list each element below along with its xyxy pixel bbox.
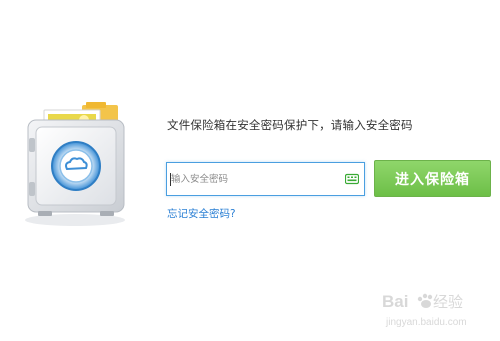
enter-vault-button[interactable]: 进入保险箱	[374, 160, 491, 197]
forgot-password-link[interactable]: 忘记安全密码?	[167, 206, 236, 221]
vault-prompt-text: 文件保险箱在安全密码保护下，请输入安全密码	[167, 118, 413, 132]
password-field[interactable]	[166, 162, 365, 196]
safe-illustration-icon	[25, 102, 125, 226]
svg-text:Bai: Bai	[382, 292, 408, 311]
baidu-jingyan-watermark: Bai 经验 jingyan.baidu.com	[382, 292, 467, 328]
password-input[interactable]	[171, 163, 341, 195]
keyboard-icon[interactable]	[345, 173, 359, 185]
svg-text:经验: 经验	[433, 293, 463, 311]
svg-text:jingyan.baidu.com: jingyan.baidu.com	[385, 317, 467, 328]
